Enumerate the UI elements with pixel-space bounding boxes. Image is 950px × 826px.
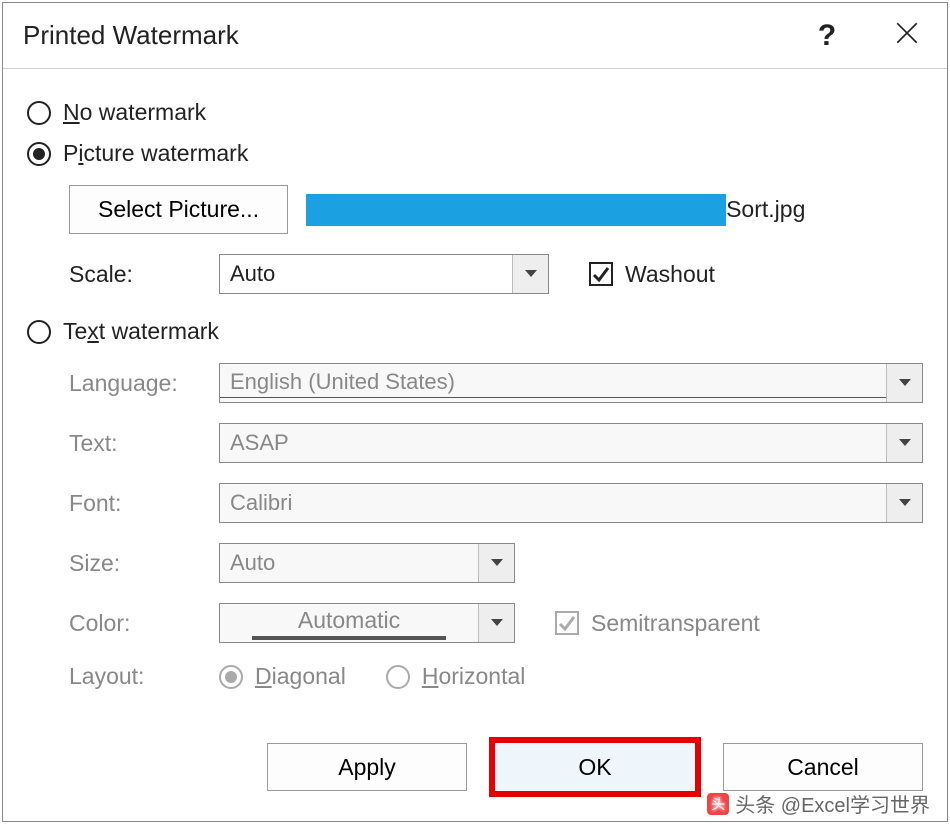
picture-watermark-label: Picture watermark xyxy=(63,140,248,167)
titlebar: Printed Watermark ? xyxy=(3,3,947,69)
layout-diagonal-label: Diagonal xyxy=(255,663,346,690)
chevron-down-icon xyxy=(478,604,514,642)
checkbox-icon xyxy=(589,262,613,286)
layout-options: Diagonal Horizontal xyxy=(219,663,525,690)
semitransparent-label: Semitransparent xyxy=(591,610,760,637)
size-combo: Auto xyxy=(219,543,515,583)
color-value: Automatic xyxy=(220,607,478,640)
toutiao-icon: 头 xyxy=(707,793,729,815)
font-combo: Calibri xyxy=(219,483,923,523)
radio-icon xyxy=(219,665,243,689)
close-button[interactable] xyxy=(867,3,947,69)
picture-filename: Sort.jpg xyxy=(726,196,805,223)
radio-icon xyxy=(27,142,51,166)
help-icon: ? xyxy=(818,19,836,53)
language-combo: English (United States) xyxy=(219,363,923,403)
washout-label: Washout xyxy=(625,261,715,288)
no-watermark-option[interactable]: No watermark xyxy=(27,99,923,126)
semitransparent-checkbox: Semitransparent xyxy=(555,610,760,637)
redacted-path xyxy=(306,194,726,226)
chevron-down-icon xyxy=(886,424,922,462)
scale-value: Auto xyxy=(220,261,512,287)
size-label: Size: xyxy=(69,550,219,577)
text-watermark-option[interactable]: Text watermark xyxy=(27,318,923,345)
font-label: Font: xyxy=(69,490,219,517)
radio-icon xyxy=(27,101,51,125)
dialog-body: No watermark Picture watermark Select Pi… xyxy=(3,69,947,737)
printed-watermark-dialog: Printed Watermark ? No watermark Picture… xyxy=(2,2,948,822)
chevron-down-icon xyxy=(478,544,514,582)
text-watermark-form: Language: English (United States) Text: … xyxy=(69,363,923,690)
layout-horizontal-label: Horizontal xyxy=(422,663,526,690)
select-picture-button[interactable]: Select Picture... xyxy=(69,185,288,234)
help-button[interactable]: ? xyxy=(787,3,867,69)
language-value: English (United States) xyxy=(220,369,886,398)
ok-button[interactable]: OK xyxy=(489,737,701,797)
no-watermark-label: No watermark xyxy=(63,99,206,126)
radio-icon xyxy=(27,320,51,344)
layout-diagonal-option: Diagonal xyxy=(219,663,346,690)
apply-button[interactable]: Apply xyxy=(267,743,467,791)
chevron-down-icon xyxy=(886,364,922,402)
close-icon xyxy=(894,20,920,51)
text-watermark-label: Text watermark xyxy=(63,318,219,345)
cancel-button[interactable]: Cancel xyxy=(723,743,923,791)
size-value: Auto xyxy=(220,550,478,576)
scale-combo[interactable]: Auto xyxy=(219,254,549,294)
attribution-text: 头条 @Excel学习世界 xyxy=(735,789,930,818)
color-label: Color: xyxy=(69,610,219,637)
radio-icon xyxy=(386,665,410,689)
dialog-title: Printed Watermark xyxy=(23,20,787,51)
picture-watermark-option[interactable]: Picture watermark xyxy=(27,140,923,167)
scale-label: Scale: xyxy=(69,261,219,288)
text-combo: ASAP xyxy=(219,423,923,463)
layout-horizontal-option: Horizontal xyxy=(386,663,526,690)
attribution-watermark: 头 头条 @Excel学习世界 xyxy=(707,789,930,818)
language-label: Language: xyxy=(69,370,219,397)
checkbox-icon xyxy=(555,611,579,635)
layout-label: Layout: xyxy=(69,663,219,690)
washout-checkbox[interactable]: Washout xyxy=(589,261,715,288)
chevron-down-icon xyxy=(886,484,922,522)
picture-watermark-form: Select Picture... Sort.jpg Scale: Auto W… xyxy=(69,185,923,294)
chevron-down-icon xyxy=(512,255,548,293)
text-label: Text: xyxy=(69,430,219,457)
picture-path: Sort.jpg xyxy=(306,194,805,226)
color-combo: Automatic xyxy=(219,603,515,643)
font-value: Calibri xyxy=(220,490,886,516)
text-value: ASAP xyxy=(220,430,886,456)
